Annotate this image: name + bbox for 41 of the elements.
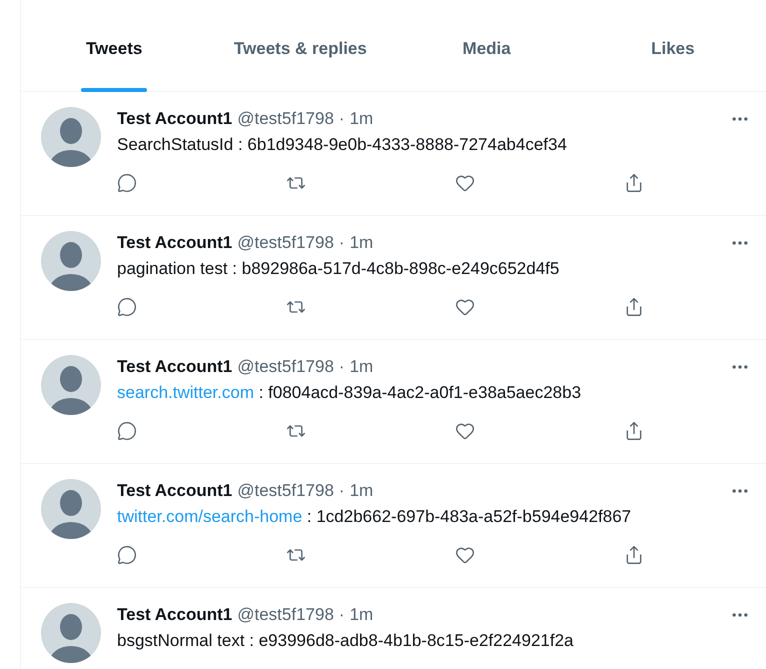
tweet-text: SearchStatusId : 6b1d9348-9e0b-4333-8888-7274ab4cef34 (117, 134, 568, 156)
share-icon[interactable] (624, 421, 644, 441)
tweet-text: pagination test : b892986a-517d-4c8b-898c-e249c652d4f5 (117, 258, 560, 280)
share-icon[interactable] (624, 297, 644, 317)
share-icon[interactable] (624, 173, 644, 193)
user-handle: @test5f1798 (237, 108, 334, 130)
user-handle: @test5f1798 (237, 232, 334, 254)
dot-separator: · (338, 108, 345, 130)
reply-icon[interactable] (117, 545, 137, 565)
dot-separator: · (338, 356, 345, 378)
display-name[interactable]: Test Account1 (117, 479, 232, 503)
reply-icon[interactable] (117, 421, 137, 441)
profile-tab[interactable]: Tweets & replies (207, 30, 394, 92)
dot-separator: · (338, 604, 345, 626)
profile-tab[interactable]: Media (394, 30, 580, 92)
tweet-time: 1m (350, 232, 374, 254)
tweet-text: bsgstNormal text : e93996d8-adb8-4b1b-8c15-e2f224921f2a (117, 630, 574, 652)
reply-icon[interactable] (117, 297, 137, 317)
display-name[interactable]: Test Account1 (117, 355, 232, 379)
like-icon[interactable] (455, 297, 475, 317)
like-icon[interactable] (455, 173, 475, 193)
profile-tab[interactable]: Tweets (21, 30, 208, 92)
tweet-text: search.twitter.com : f0804acd-839a-4ac2-a0f1-e38a5aec28b3 (117, 382, 582, 404)
tweet-text: twitter.com/search-home : 1cd2b662-697b-483a-a52f-b594e942f867 (117, 506, 632, 528)
dot-separator: · (338, 480, 345, 502)
display-name[interactable]: Test Account1 (117, 603, 232, 627)
tweet-time: 1m (350, 604, 374, 626)
user-handle: @test5f1798 (237, 604, 334, 626)
dot-separator: · (338, 232, 345, 254)
like-icon[interactable] (455, 421, 475, 441)
tweet-time: 1m (350, 480, 374, 502)
tweet-time: 1m (350, 356, 374, 378)
display-name[interactable]: Test Account1 (117, 107, 232, 131)
user-handle: @test5f1798 (237, 480, 334, 502)
reply-icon[interactable] (117, 173, 137, 193)
like-icon[interactable] (455, 545, 475, 565)
display-name[interactable]: Test Account1 (117, 231, 232, 255)
share-icon[interactable] (624, 545, 644, 565)
profile-tab[interactable]: Likes (580, 30, 766, 92)
tweet-time: 1m (350, 108, 374, 130)
user-handle: @test5f1798 (237, 356, 334, 378)
